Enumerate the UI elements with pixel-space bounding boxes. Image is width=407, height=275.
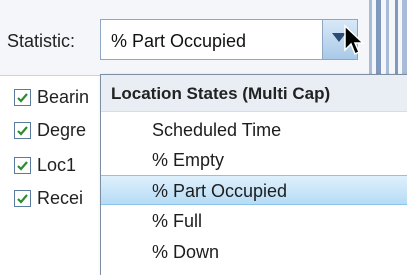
checkbox[interactable] xyxy=(14,88,31,106)
statistic-selected-value: % Part Occupied xyxy=(111,31,247,51)
dropdown-option-selected[interactable]: % Part Occupied xyxy=(101,175,407,205)
list-item[interactable]: Degre xyxy=(14,117,86,143)
dropdown-option[interactable]: % Full xyxy=(101,206,407,236)
list-item-label: Degre xyxy=(37,119,87,140)
checkbox[interactable] xyxy=(14,121,31,139)
dropdown-option[interactable]: Scheduled Time xyxy=(101,115,407,145)
option-label: % Full xyxy=(152,211,203,231)
checkmark-icon xyxy=(17,193,28,204)
option-label: % Down xyxy=(152,242,220,262)
checkmark-icon xyxy=(17,92,28,103)
list-item-label: Recei xyxy=(37,187,84,208)
mouse-cursor-icon xyxy=(344,24,365,56)
list-item-label: Bearin xyxy=(37,86,90,107)
checkmark-icon xyxy=(17,125,28,136)
dropdown-option[interactable]: % Empty xyxy=(101,145,407,175)
statistic-dropdown-list: Location States (Multi Cap) Scheduled Ti… xyxy=(100,74,407,275)
checkmark-icon xyxy=(17,160,28,171)
statistic-combobox[interactable]: % Part Occupied xyxy=(100,19,358,60)
checkbox[interactable] xyxy=(14,189,31,207)
window-frame-bars xyxy=(367,0,407,75)
dropdown-group-header: Location States (Multi Cap) xyxy=(101,75,407,112)
option-label: Scheduled Time xyxy=(152,120,282,140)
dropdown-option[interactable]: % Down xyxy=(101,237,407,267)
option-label: % Part Occupied xyxy=(152,181,288,201)
toolbar: Statistic: % Part Occupied xyxy=(0,0,407,76)
option-label: % Empty xyxy=(152,150,225,170)
list-item[interactable]: Bearin xyxy=(14,84,89,110)
list-item[interactable]: Loc1 xyxy=(14,152,76,178)
list-item[interactable]: Recei xyxy=(14,185,83,211)
group-header-label: Location States (Multi Cap) xyxy=(111,84,331,103)
statistic-label: Statistic: xyxy=(7,31,76,51)
list-item-label: Loc1 xyxy=(37,154,77,175)
checkbox[interactable] xyxy=(14,156,31,174)
